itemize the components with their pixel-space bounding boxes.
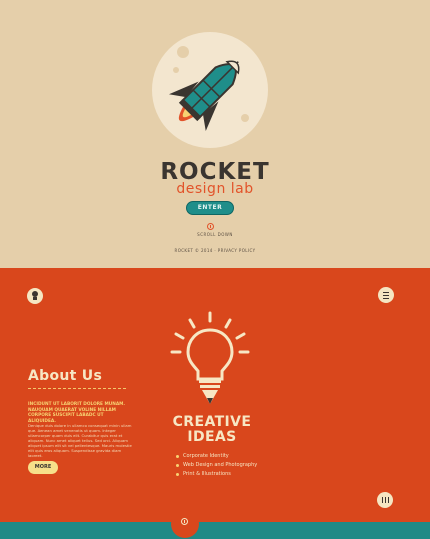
service-item[interactable]: Web Design and Photography	[176, 461, 257, 470]
scroll-icon[interactable]	[181, 518, 188, 525]
about-lead: INCIDUNT UT LABORIT DOLORE MUNAM. NAUQUA…	[28, 402, 126, 424]
scroll-down-label[interactable]: SCROLL DOWN	[0, 232, 430, 237]
service-item[interactable]: Print & Illustrations	[176, 470, 257, 479]
copyright-text: ROCKET © 2014 · PRIVACY POLICY	[174, 248, 256, 253]
about-section: About Us INCIDUNT UT LABORIT DOLORE MUNA…	[0, 268, 430, 522]
service-item[interactable]: Corporate Identity	[176, 452, 257, 461]
brand-tagline: design lab	[176, 181, 254, 197]
rocket-icon	[150, 30, 270, 150]
creative-title-line1: CREATIVE	[172, 414, 252, 430]
hero-section: ROCKET design lab ENTER SCROLL DOWN ROCK…	[0, 0, 430, 268]
lightbulb-icon[interactable]	[27, 288, 43, 304]
enter-button[interactable]: ENTER	[186, 201, 234, 215]
columns-icon[interactable]	[377, 492, 393, 508]
footer-band	[0, 522, 430, 539]
services-list: Corporate Identity Web Design and Photog…	[176, 452, 257, 479]
more-button[interactable]: MORE	[28, 461, 58, 474]
menu-icon[interactable]	[378, 287, 394, 303]
scroll-down-icon[interactable]	[207, 223, 214, 230]
creative-title: CREATIVE IDEAS	[162, 415, 262, 445]
creative-title-line2: IDEAS	[187, 429, 237, 445]
lightbulb-idea-icon	[165, 308, 255, 412]
about-title: About Us	[28, 368, 103, 384]
about-divider	[28, 388, 126, 389]
about-body: Denique duis dolore in ullamco consequat…	[28, 423, 132, 458]
